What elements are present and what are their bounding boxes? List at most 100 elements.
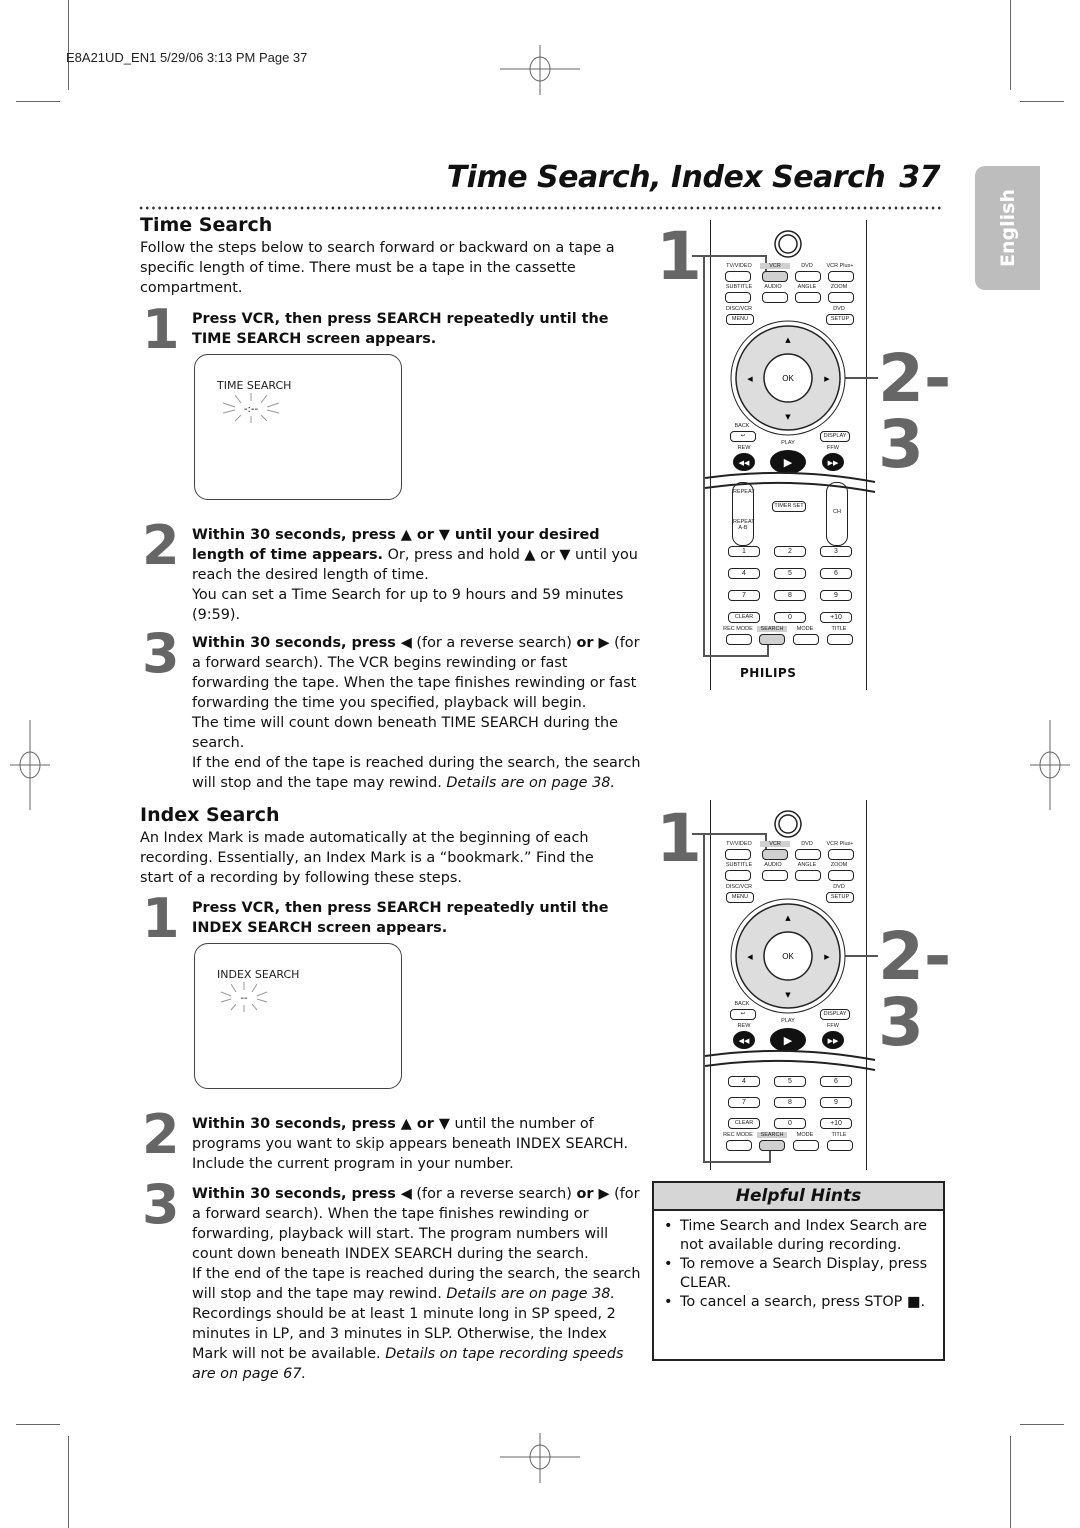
- digit-6-button[interactable]: 6: [820, 568, 852, 579]
- up-arrow-icon: ▲: [785, 336, 791, 344]
- digit-8-button[interactable]: 8: [774, 1097, 806, 1108]
- rec-mode-button[interactable]: [726, 1140, 752, 1151]
- dvd-setup-label: DVD: [833, 884, 845, 890]
- step-detail: (for a reverse search): [411, 635, 577, 651]
- right-arrow-icon: ▶: [824, 375, 830, 383]
- digit-9-button[interactable]: 9: [820, 1097, 852, 1108]
- crop-mark: [1020, 101, 1064, 102]
- step-number: 2: [142, 1103, 180, 1166]
- audio-button[interactable]: [762, 292, 788, 303]
- digit-8-button[interactable]: 8: [774, 590, 806, 601]
- channel-button[interactable]: CH: [826, 482, 848, 546]
- timer-set-button[interactable]: TIMER SET: [772, 501, 806, 512]
- hint-item: Time Search and Index Search are not ava…: [664, 1217, 943, 1255]
- clear-button[interactable]: CLEAR: [728, 1118, 760, 1129]
- digit-4-button[interactable]: 4: [728, 568, 760, 579]
- audio-label: AUDIO: [764, 284, 782, 290]
- dvd-button[interactable]: [795, 849, 821, 860]
- audio-label: AUDIO: [764, 862, 782, 868]
- crop-mark: [1010, 0, 1011, 90]
- rew-label: REW: [737, 445, 751, 451]
- search-button[interactable]: [759, 1140, 785, 1151]
- digit-7-button[interactable]: 7: [728, 590, 760, 601]
- crop-mark: [68, 1436, 69, 1528]
- index-search-step-1: 1 Press VCR, then press SEARCH repeatedl…: [142, 892, 642, 946]
- digit-2-button[interactable]: 2: [774, 546, 806, 557]
- plus-10-button[interactable]: +10: [820, 612, 852, 623]
- disc-vcr-label: DISC/VCR: [725, 884, 753, 890]
- search-label: SEARCH: [757, 1132, 787, 1138]
- vcr-plus-label: VCR Plus+: [826, 841, 854, 847]
- digit-6-button[interactable]: 6: [820, 1076, 852, 1087]
- ok-button-label: OK: [782, 952, 794, 961]
- play-label: PLAY: [781, 1018, 795, 1024]
- title-button[interactable]: [827, 1140, 853, 1151]
- tv-video-label: TV/VIDEO: [726, 263, 752, 269]
- digit-9-button[interactable]: 9: [820, 590, 852, 601]
- dvd-button[interactable]: [795, 271, 821, 282]
- rewind-icon: ◀◀: [739, 459, 750, 467]
- digit-1-button[interactable]: 1: [728, 546, 760, 557]
- menu-button[interactable]: MENU: [726, 892, 754, 903]
- blinking-display-icon: -:--: [222, 393, 280, 423]
- back-button[interactable]: ↩: [730, 431, 756, 442]
- crop-mark: [1010, 1436, 1011, 1528]
- digit-7-button[interactable]: 7: [728, 1097, 760, 1108]
- digit-5-button[interactable]: 5: [774, 1076, 806, 1087]
- screen-value: --: [240, 993, 248, 1004]
- dvd-label: DVD: [801, 841, 813, 847]
- crop-mark: [16, 101, 60, 102]
- right-arrow-icon: ▶: [824, 953, 830, 961]
- display-button[interactable]: DISPLAY: [820, 1009, 850, 1020]
- index-search-step-2: 2 Within 30 seconds, press ▲ or ▼ until …: [142, 1108, 642, 1174]
- plus-10-button[interactable]: +10: [820, 1118, 852, 1129]
- language-tab-label: English: [996, 189, 1019, 267]
- zoom-button[interactable]: [828, 870, 854, 881]
- crop-mark: [1020, 1424, 1064, 1425]
- left-arrow-icon: ◀: [747, 375, 753, 383]
- audio-button[interactable]: [762, 870, 788, 881]
- menu-button[interactable]: MENU: [726, 314, 754, 325]
- play-label: PLAY: [781, 440, 795, 446]
- digit-3-button[interactable]: 3: [820, 546, 852, 557]
- display-button[interactable]: DISPLAY: [820, 431, 850, 442]
- vcr-plus-button[interactable]: [828, 849, 854, 860]
- title-label: TITLE: [831, 626, 847, 632]
- dvd-setup-label: DVD: [833, 306, 845, 312]
- setup-button[interactable]: SETUP: [826, 314, 854, 325]
- vcr-plus-button[interactable]: [828, 271, 854, 282]
- zoom-button[interactable]: [828, 292, 854, 303]
- repeat-button[interactable]: REPEAT REPEAT A-B: [732, 482, 755, 546]
- screen-label: INDEX SEARCH: [217, 968, 300, 981]
- search-button[interactable]: [759, 634, 785, 645]
- helpful-hints-title: Helpful Hints: [654, 1183, 943, 1211]
- angle-button[interactable]: [795, 870, 821, 881]
- subtitle-button[interactable]: [725, 292, 751, 303]
- step-number: 3: [142, 1173, 180, 1236]
- digit-0-button[interactable]: 0: [774, 612, 806, 623]
- mode-button[interactable]: [793, 634, 819, 645]
- mode-label: MODE: [796, 1132, 814, 1138]
- mode-button[interactable]: [793, 1140, 819, 1151]
- back-button[interactable]: ↩: [730, 1009, 756, 1020]
- vcr-label: VCR: [760, 263, 790, 269]
- page-title: Time Search, Index Search 37: [447, 160, 941, 195]
- step-number: 2: [142, 514, 180, 577]
- title-button[interactable]: [827, 634, 853, 645]
- vcr-button[interactable]: [762, 849, 788, 860]
- step-number: 3: [142, 622, 180, 685]
- tv-video-button[interactable]: [725, 271, 751, 282]
- angle-button[interactable]: [795, 292, 821, 303]
- vcr-button[interactable]: [762, 271, 788, 282]
- rec-mode-label: REC MODE: [723, 626, 753, 632]
- digit-0-button[interactable]: 0: [774, 1118, 806, 1129]
- rec-mode-button[interactable]: [726, 634, 752, 645]
- digit-4-button[interactable]: 4: [728, 1076, 760, 1087]
- step-instruction: or ▶: [576, 635, 610, 651]
- rec-mode-label: REC MODE: [723, 1132, 753, 1138]
- digit-5-button[interactable]: 5: [774, 568, 806, 579]
- tv-video-button[interactable]: [725, 849, 751, 860]
- setup-button[interactable]: SETUP: [826, 892, 854, 903]
- clear-button[interactable]: CLEAR: [728, 612, 760, 623]
- subtitle-button[interactable]: [725, 870, 751, 881]
